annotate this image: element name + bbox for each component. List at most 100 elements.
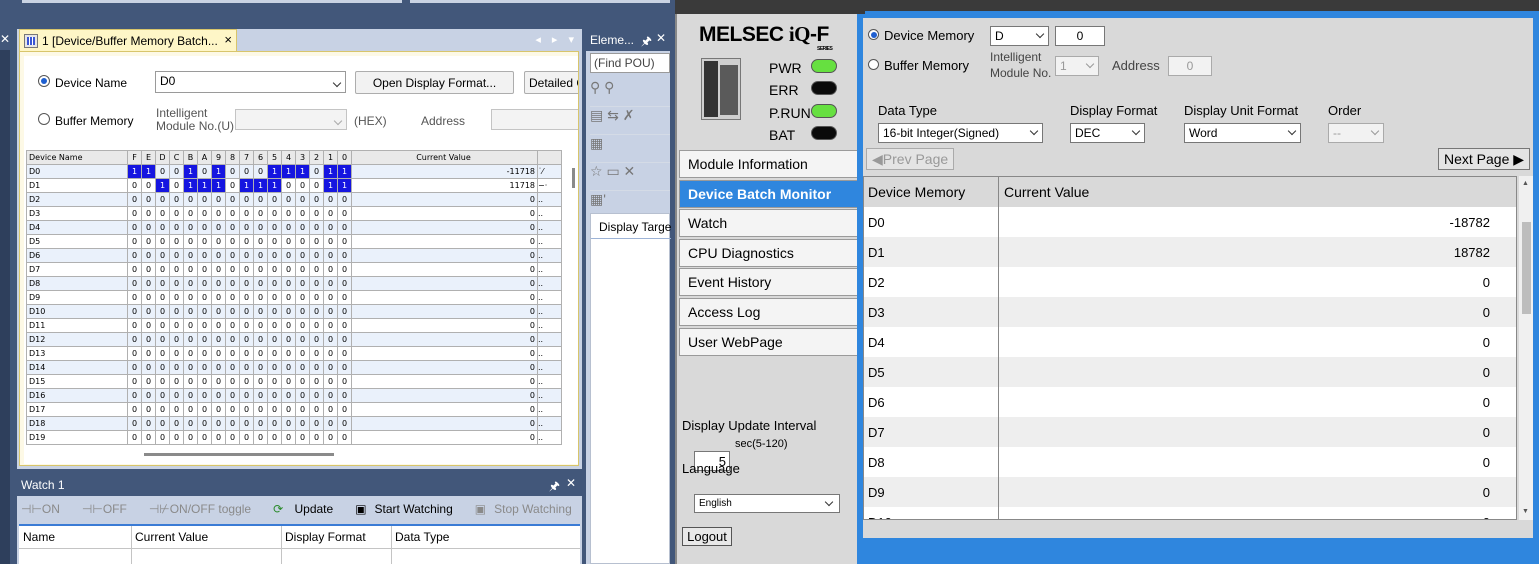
bit-cell[interactable]: 0 bbox=[225, 430, 240, 445]
bit-cell[interactable]: 0 bbox=[225, 192, 240, 207]
bit-cell[interactable]: 0 bbox=[337, 346, 352, 361]
bit-cell[interactable]: 1 bbox=[267, 178, 282, 193]
bit-cell[interactable]: 0 bbox=[155, 416, 170, 431]
bit-cell[interactable]: 0 bbox=[281, 206, 296, 221]
bit-cell[interactable]: 0 bbox=[127, 248, 142, 263]
bit-cell[interactable]: 0 bbox=[323, 332, 338, 347]
bit-cell[interactable]: 0 bbox=[281, 192, 296, 207]
bit-cell[interactable]: 1 bbox=[239, 178, 254, 193]
bit-cell[interactable]: 1 bbox=[211, 164, 226, 179]
bit-cell[interactable]: 0 bbox=[239, 346, 254, 361]
detailed-conditions-button[interactable]: Detailed C bbox=[524, 71, 578, 94]
bit-cell[interactable]: 0 bbox=[183, 206, 198, 221]
bit-cell[interactable]: 0 bbox=[183, 318, 198, 333]
bit-cell[interactable]: 0 bbox=[239, 164, 254, 179]
bit-cell[interactable]: 0 bbox=[253, 290, 268, 305]
bit-cell[interactable]: 1 bbox=[295, 164, 310, 179]
sidebar-item-user-webpage[interactable]: User WebPage bbox=[679, 327, 859, 356]
bit-cell[interactable]: 0 bbox=[323, 290, 338, 305]
close-icon[interactable]: ✕ bbox=[0, 32, 10, 46]
bit-cell[interactable]: 0 bbox=[337, 416, 352, 431]
bit-cell[interactable]: 1 bbox=[141, 164, 156, 179]
start-watching-button[interactable]: ▣ Start Watching bbox=[355, 502, 461, 516]
bit-cell[interactable]: 0 bbox=[239, 374, 254, 389]
bit-cell[interactable]: 0 bbox=[239, 192, 254, 207]
bit-cell[interactable]: 0 bbox=[155, 164, 170, 179]
bit-cell[interactable]: 0 bbox=[155, 234, 170, 249]
bit-cell[interactable]: 0 bbox=[197, 164, 212, 179]
bit-cell[interactable]: 0 bbox=[239, 402, 254, 417]
bit-cell[interactable]: 0 bbox=[211, 388, 226, 403]
bit-cell[interactable]: 1 bbox=[183, 178, 198, 193]
bit-cell[interactable]: 0 bbox=[323, 192, 338, 207]
table-row[interactable]: D5 0 0 0 0 0 0 0 0 0 0 0 0 0 0 0 0 0.. bbox=[26, 234, 562, 249]
bit-cell[interactable]: 0 bbox=[323, 360, 338, 375]
bit-cell[interactable]: 0 bbox=[337, 248, 352, 263]
bit-cell[interactable]: 0 bbox=[253, 234, 268, 249]
table-row[interactable]: D3 0 bbox=[864, 297, 1516, 327]
bit-cell[interactable]: 0 bbox=[337, 402, 352, 417]
intelligent-module-select[interactable]: 1 bbox=[1055, 56, 1099, 76]
bit-cell[interactable]: 0 bbox=[183, 220, 198, 235]
bit-cell[interactable]: 0 bbox=[267, 248, 282, 263]
bit-cell[interactable]: 1 bbox=[253, 178, 268, 193]
tab-navigation-arrows[interactable]: ◂ ▸ ▾ bbox=[535, 33, 578, 46]
prev-page-button[interactable]: ◀Prev Page bbox=[866, 148, 955, 170]
bit-cell[interactable]: 0 bbox=[309, 220, 324, 235]
open-display-format-button[interactable]: Open Display Format... bbox=[355, 71, 514, 94]
bit-cell[interactable]: 0 bbox=[169, 388, 184, 403]
bit-cell[interactable]: 0 bbox=[127, 430, 142, 445]
bit-cell[interactable]: 0 bbox=[225, 206, 240, 221]
bit-cell[interactable]: 0 bbox=[211, 234, 226, 249]
library-icon[interactable]: ▦ bbox=[590, 135, 670, 163]
bit-cell[interactable]: 0 bbox=[197, 234, 212, 249]
table-row[interactable]: D17 0 0 0 0 0 0 0 0 0 0 0 0 0 0 0 0 0.. bbox=[26, 402, 562, 417]
vertical-scrollbar[interactable]: ▲ ▼ bbox=[1519, 176, 1533, 520]
device-memory-radio[interactable] bbox=[868, 29, 879, 40]
close-icon[interactable]: ✕ bbox=[656, 31, 666, 45]
bit-cell[interactable]: 0 bbox=[337, 192, 352, 207]
chevron-down-icon[interactable] bbox=[332, 78, 342, 88]
bit-cell[interactable]: 0 bbox=[267, 388, 282, 403]
bit-cell[interactable]: 0 bbox=[323, 402, 338, 417]
bit-cell[interactable]: 0 bbox=[183, 192, 198, 207]
bit-cell[interactable]: 0 bbox=[337, 234, 352, 249]
bit-cell[interactable]: 0 bbox=[267, 360, 282, 375]
bit-cell[interactable]: 0 bbox=[253, 346, 268, 361]
display-unit-format-select[interactable]: Word bbox=[1184, 123, 1301, 143]
bit-cell[interactable]: 0 bbox=[323, 304, 338, 319]
bit-cell[interactable]: 0 bbox=[225, 262, 240, 277]
bit-cell[interactable]: 0 bbox=[309, 360, 324, 375]
bit-cell[interactable]: 0 bbox=[309, 164, 324, 179]
bit-cell[interactable]: 0 bbox=[169, 360, 184, 375]
bit-cell[interactable]: 0 bbox=[323, 346, 338, 361]
bit-cell[interactable]: 0 bbox=[225, 374, 240, 389]
bit-cell[interactable]: 0 bbox=[127, 402, 142, 417]
bit-cell[interactable]: 1 bbox=[197, 178, 212, 193]
table-row[interactable]: D0 1 1 0 0 1 0 1 0 0 0 1 1 1 0 1 1 -11718 ˙⁄ bbox=[26, 164, 562, 179]
bit-cell[interactable]: 0 bbox=[197, 318, 212, 333]
data-type-select[interactable]: 16-bit Integer(Signed) bbox=[878, 123, 1043, 143]
table-row[interactable]: D11 0 0 0 0 0 0 0 0 0 0 0 0 0 0 0 0 0.. bbox=[26, 318, 562, 333]
bit-cell[interactable]: 0 bbox=[141, 388, 156, 403]
bit-cell[interactable]: 0 bbox=[169, 332, 184, 347]
bit-cell[interactable]: 0 bbox=[337, 360, 352, 375]
bit-cell[interactable]: 1 bbox=[267, 164, 282, 179]
table-row[interactable]: D1 18782 bbox=[864, 237, 1516, 267]
bit-cell[interactable]: 0 bbox=[127, 178, 142, 193]
bit-cell[interactable]: 0 bbox=[211, 262, 226, 277]
bit-cell[interactable]: 0 bbox=[183, 346, 198, 361]
bit-cell[interactable]: 0 bbox=[127, 304, 142, 319]
bit-cell[interactable]: 0 bbox=[211, 248, 226, 263]
bit-cell[interactable]: 0 bbox=[141, 318, 156, 333]
bit-cell[interactable]: 0 bbox=[295, 416, 310, 431]
table-row[interactable]: D2 0 0 0 0 0 0 0 0 0 0 0 0 0 0 0 0 0.. bbox=[26, 192, 562, 207]
bit-cell[interactable]: 0 bbox=[337, 430, 352, 445]
bit-cell[interactable]: 0 bbox=[309, 416, 324, 431]
table-row[interactable]: D9 0 0 0 0 0 0 0 0 0 0 0 0 0 0 0 0 0.. bbox=[26, 290, 562, 305]
favorites-icon[interactable]: ☆ ▭ ✕ bbox=[590, 163, 670, 191]
bit-cell[interactable]: 0 bbox=[211, 430, 226, 445]
pin-icon[interactable]: 🖈 bbox=[641, 32, 652, 53]
bit-cell[interactable]: 0 bbox=[253, 192, 268, 207]
table-row[interactable]: D9 0 bbox=[864, 477, 1516, 507]
